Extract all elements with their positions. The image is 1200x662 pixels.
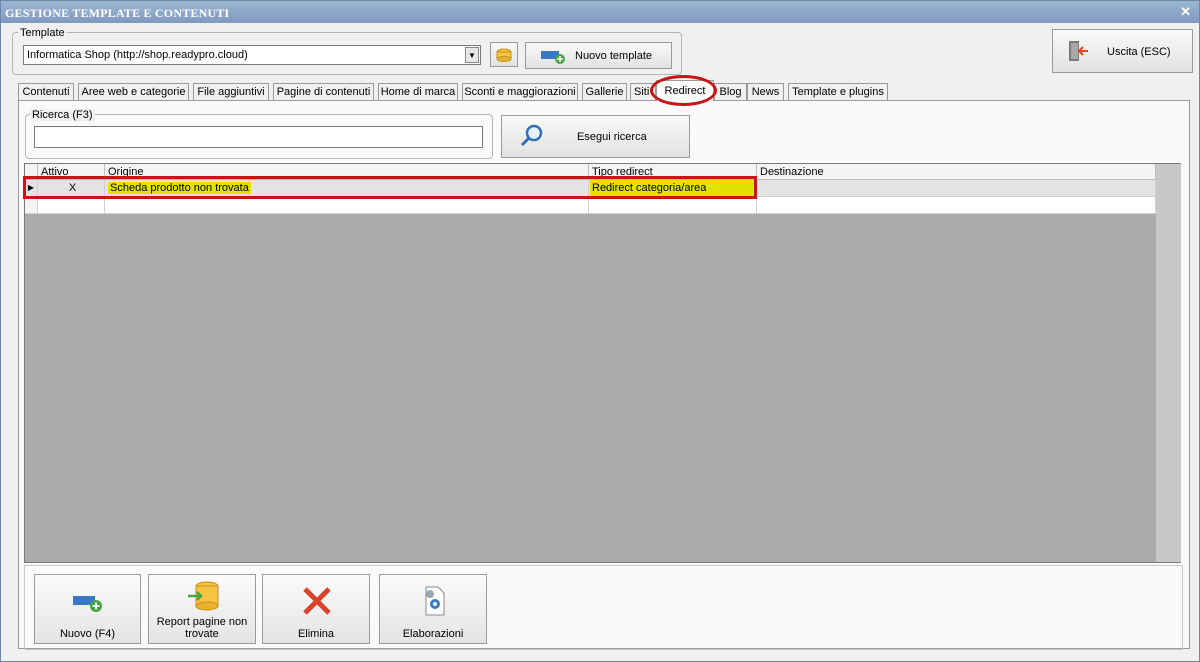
title-bar: GESTIONE TEMPLATE E CONTENUTI ✕ (1, 1, 1199, 23)
vertical-scrollbar[interactable] (1156, 164, 1181, 562)
new-template-button[interactable]: Nuovo template (525, 42, 672, 69)
processing-button-label: Elaborazioni (402, 628, 464, 640)
exit-label: Uscita (ESC) (1107, 46, 1171, 58)
tab-redirect[interactable]: Redirect (656, 80, 714, 101)
database-report-icon (188, 581, 219, 611)
exit-button[interactable]: Uscita (ESC) (1052, 29, 1193, 73)
tab-siti[interactable]: Siti (630, 83, 656, 100)
tab-template-plugins[interactable]: Template e plugins (788, 83, 888, 100)
exit-door-icon (1069, 41, 1088, 61)
tab-home-marca[interactable]: Home di marca (378, 83, 458, 100)
new-cell-origine[interactable] (105, 197, 589, 214)
gear-document-icon (425, 586, 445, 616)
tab-aree-web[interactable]: Aree web e categorie (78, 83, 189, 100)
report-button-label-line1: Report pagine non (156, 616, 248, 628)
search-button-label: Esegui ricerca (577, 131, 647, 143)
template-select[interactable]: Informatica Shop (http://shop.readypro.c… (23, 45, 481, 65)
template-group-label: Template (18, 27, 67, 39)
report-button-label: Report pagine non trovate (149, 616, 255, 640)
new-record-icon (73, 596, 102, 612)
cell-tipo-redirect[interactable]: Redirect categoria/area (589, 180, 757, 197)
tab-pagine-contenuti[interactable]: Pagine di contenuti (273, 83, 374, 100)
tab-contenuti[interactable]: Contenuti (18, 83, 74, 100)
main-window: GESTIONE TEMPLATE E CONTENUTI ✕ Template… (0, 0, 1200, 662)
redirect-grid: Attivo Origine Tipo redirect Destinazion… (24, 163, 1181, 563)
tab-news[interactable]: News (747, 83, 784, 100)
open-folder-button[interactable] (490, 42, 518, 67)
cell-origine-text: Scheda prodotto non trovata (108, 182, 251, 194)
row-header-corner (25, 164, 38, 180)
delete-button[interactable]: Elimina (262, 574, 370, 644)
close-icon[interactable]: ✕ (1180, 4, 1191, 20)
search-input[interactable] (34, 126, 483, 148)
row-pointer-icon[interactable]: ▶ (25, 180, 38, 197)
cell-attivo[interactable]: X (38, 180, 105, 197)
tab-gallerie[interactable]: Gallerie (582, 83, 627, 100)
cell-destinazione[interactable] (757, 180, 1156, 197)
column-header-origine[interactable]: Origine (105, 164, 589, 180)
new-cell-destinazione[interactable] (757, 197, 1156, 214)
add-template-icon (541, 51, 565, 64)
new-button[interactable]: Nuovo (F4) (34, 574, 141, 644)
report-button[interactable]: Report pagine non trovate (148, 574, 256, 644)
folder-icon (496, 48, 512, 62)
delete-x-icon (303, 587, 331, 615)
new-row-header[interactable] (25, 197, 38, 214)
tab-blog[interactable]: Blog (714, 83, 747, 100)
tab-file-aggiuntivi[interactable]: File aggiuntivi (193, 83, 269, 100)
delete-button-label: Elimina (297, 628, 335, 640)
new-cell-attivo[interactable] (38, 197, 105, 214)
column-header-tipo-redirect[interactable]: Tipo redirect (589, 164, 757, 180)
processing-button[interactable]: Elaborazioni (379, 574, 487, 644)
new-template-label: Nuovo template (575, 50, 653, 62)
window-title: GESTIONE TEMPLATE E CONTENUTI (5, 6, 230, 20)
new-button-label: Nuovo (F4) (59, 628, 116, 640)
template-select-value: Informatica Shop (http://shop.readypro.c… (27, 49, 248, 61)
search-group-label: Ricerca (F3) (30, 109, 95, 121)
column-header-attivo[interactable]: Attivo (38, 164, 105, 180)
search-button[interactable]: Esegui ricerca (501, 115, 690, 158)
dropdown-arrow-icon[interactable]: ▼ (465, 47, 479, 63)
search-icon (520, 124, 543, 147)
column-header-destinazione[interactable]: Destinazione (757, 164, 1156, 180)
new-cell-tipo-redirect[interactable] (589, 197, 757, 214)
cell-tipo-redirect-text: Redirect categoria/area (590, 180, 754, 196)
cell-origine[interactable]: Scheda prodotto non trovata (105, 180, 589, 197)
report-button-label-line2: trovate (185, 628, 219, 640)
tab-sconti[interactable]: Sconti e maggiorazioni (462, 83, 578, 100)
